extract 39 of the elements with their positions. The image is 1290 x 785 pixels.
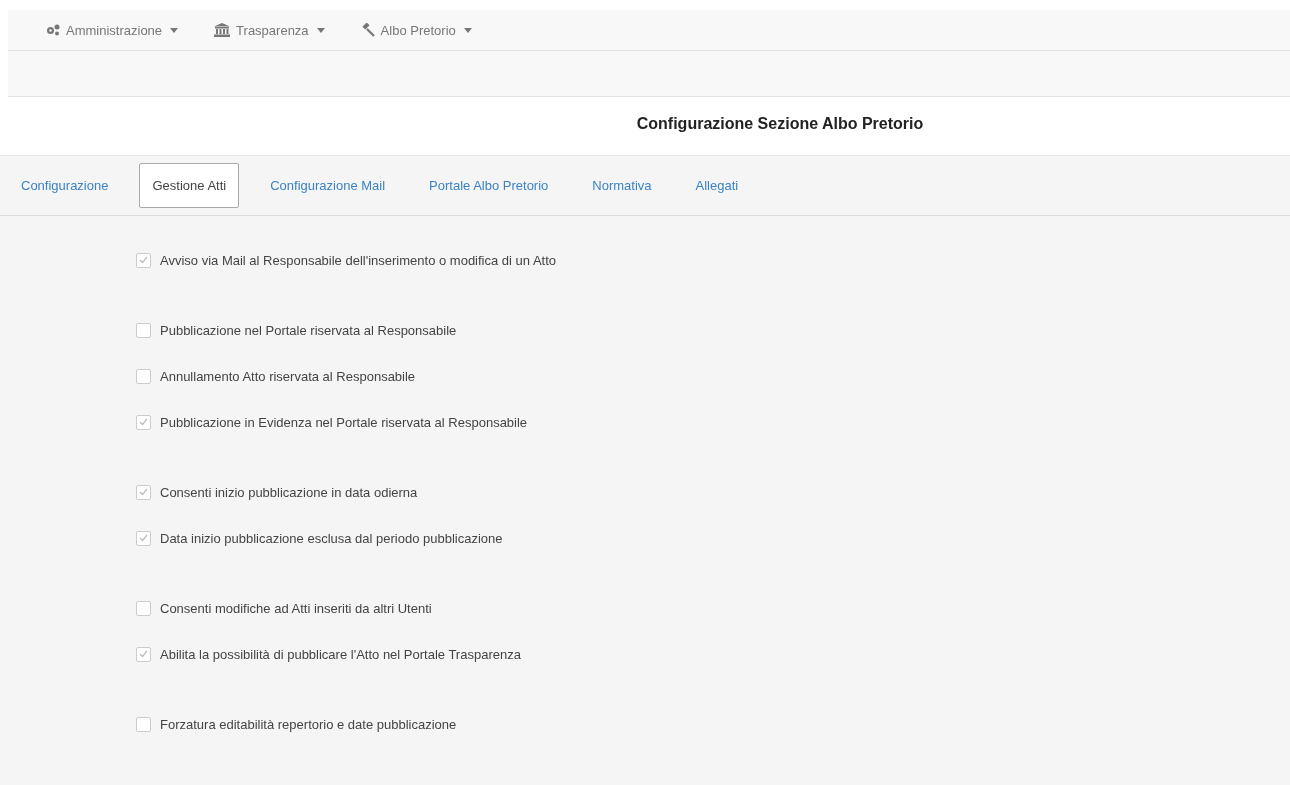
option-label: Annullamento Atto riservata al Responsabile	[160, 368, 416, 384]
tab[interactable]: Configurazione	[8, 163, 122, 208]
checkbox[interactable]	[136, 600, 151, 616]
checkbox[interactable]	[136, 530, 151, 546]
option-label: Consenti inizio pubblicazione in data odierna	[160, 484, 418, 500]
check-icon	[139, 488, 148, 496]
nav-menu[interactable]: Albo Pretorio	[360, 22, 472, 38]
option-label: Pubblicazione nel Portale riservata al Responsabile	[160, 322, 457, 338]
tab[interactable]: Normativa	[579, 163, 665, 208]
gears-icon	[46, 24, 60, 36]
nav-menu[interactable]: Amministrazione	[46, 22, 179, 38]
check-icon	[139, 650, 148, 658]
checkbox[interactable]	[136, 252, 151, 268]
gavel-icon	[360, 23, 375, 37]
option-label: Forzatura editabilità repertorio e date pubblicazione	[160, 716, 457, 732]
option-label: Consenti modifiche ad Atti inseriti da altri Utenti	[160, 600, 432, 616]
nav-menu[interactable]: Trasparenza	[214, 22, 325, 38]
option-label: Abilita la possibilità di pubblicare l'Atto nel Portale Trasparenza	[160, 646, 521, 662]
option-label: Avviso via Mail al Responsabile dell'inserimento o modifica di un Atto	[160, 252, 557, 268]
option-label: Data inizio pubblicazione esclusa dal periodo pubblicazione	[160, 530, 503, 546]
checkbox[interactable]	[136, 716, 151, 732]
caret-icon	[316, 27, 325, 33]
check-icon	[139, 418, 148, 426]
tab[interactable]: Portale Albo Pretorio	[416, 163, 562, 208]
tab[interactable]: Allegati	[682, 163, 752, 208]
checkbox[interactable]	[136, 414, 151, 430]
caret-icon	[463, 27, 472, 33]
caret-icon	[170, 27, 179, 33]
option-label: Pubblicazione in Evidenza nel Portale riservata al Responsabile	[160, 414, 528, 430]
bank-icon	[214, 23, 231, 37]
tab[interactable]: Gestione Atti	[139, 163, 240, 208]
page-title: Configurazione Sezione Albo Pretorio	[636, 115, 924, 134]
checkbox[interactable]	[136, 368, 151, 384]
check-icon	[139, 256, 148, 264]
checkbox[interactable]	[136, 646, 151, 662]
tab[interactable]: Configurazione Mail	[257, 163, 399, 208]
checkbox[interactable]	[136, 322, 151, 338]
check-icon	[139, 534, 148, 542]
checkbox[interactable]	[136, 484, 151, 500]
